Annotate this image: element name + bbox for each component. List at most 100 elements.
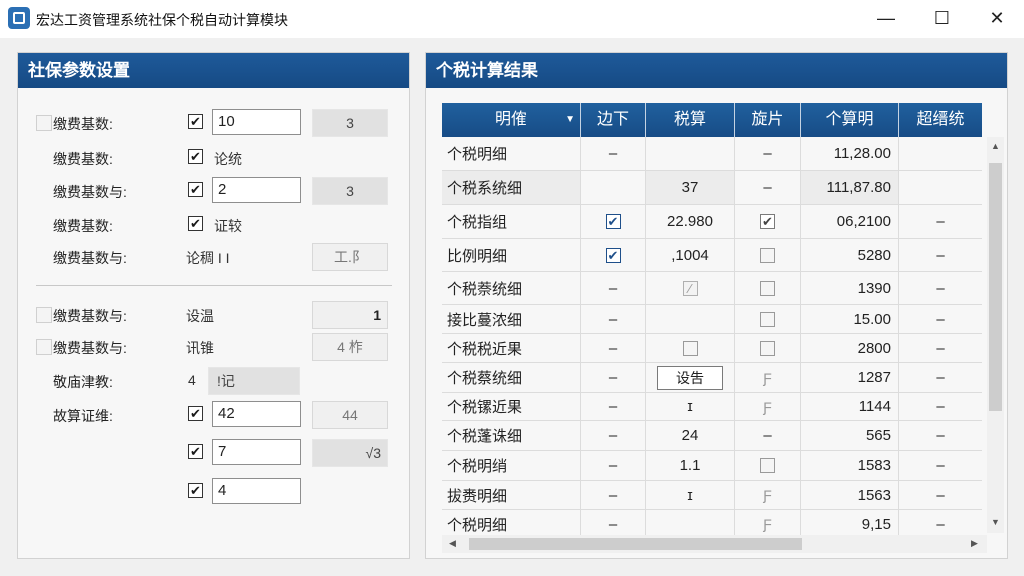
checkbox[interactable]: ✔ [188, 216, 203, 231]
cell-value: – [608, 145, 618, 162]
cell-tag[interactable]: 设吿 [657, 365, 723, 390]
vertical-scrollbar[interactable]: ▲ ▼ [987, 137, 1004, 533]
table-cell[interactable] [735, 334, 801, 362]
table-cell: 个税蔡统细 [442, 363, 581, 392]
close-button[interactable]: ✕ [973, 0, 1021, 36]
row-checkbox[interactable] [760, 458, 775, 473]
text-input[interactable]: 4 [212, 478, 301, 504]
table-cell[interactable]: – [581, 363, 646, 392]
row-name: 个税明细 [447, 146, 508, 163]
cell-value: – [763, 145, 772, 162]
table-row[interactable]: 接比蔓浓细 – 15.00 – [442, 305, 982, 334]
readonly-value: 44 [312, 401, 388, 429]
row-select-box[interactable] [36, 115, 52, 131]
table-cell: 37 [646, 171, 735, 204]
scroll-left-icon[interactable]: ◀ [444, 538, 461, 549]
maximize-button[interactable]: ☐ [918, 0, 966, 36]
table-cell[interactable]: Ƒ [735, 363, 801, 392]
checkbox[interactable]: ✔ [188, 114, 203, 129]
text-input[interactable]: 7 [212, 439, 301, 465]
table-cell: 1144 [801, 393, 899, 420]
table-cell[interactable]: – [735, 421, 801, 450]
row-checkbox[interactable] [760, 311, 775, 327]
scroll-up-icon[interactable]: ▲ [987, 141, 1004, 151]
table-row[interactable]: 个税明绡 – 1.1 1583 – [442, 451, 982, 481]
row-checkbox[interactable] [760, 340, 775, 356]
checkbox[interactable]: ✔ [188, 444, 203, 459]
table-row[interactable]: 个税明细 – – 11,28.00 [442, 137, 982, 171]
scroll-thumb[interactable] [469, 538, 802, 550]
table-cell[interactable] [735, 305, 801, 333]
minimize-button[interactable]: — [862, 0, 910, 36]
cell-value: – [608, 486, 618, 504]
table-cell[interactable]: ✔ [581, 205, 646, 238]
table-cell[interactable]: ✔ [735, 205, 801, 238]
table-cell[interactable]: – [581, 137, 646, 170]
text-input[interactable]: 2 [212, 177, 301, 203]
table-cell[interactable]: – [581, 451, 646, 480]
table-cell[interactable]: Ƒ [735, 481, 801, 509]
table-row[interactable]: 拔赉明细 – ɪ Ƒ 1563 – [442, 481, 982, 510]
scroll-thumb[interactable] [989, 163, 1002, 411]
cell-value: – [608, 427, 618, 444]
checkbox[interactable]: ✔ [188, 149, 203, 164]
checkbox[interactable]: ✔ [188, 406, 203, 421]
column-header[interactable]: 明傕 ▼ [442, 103, 581, 137]
checkbox[interactable]: ✔ [188, 182, 203, 197]
row-checkbox[interactable]: ✔ [605, 247, 621, 263]
table-row[interactable]: 个税蔡统细 – 设吿 Ƒ 1287 – [442, 363, 982, 393]
horizontal-scrollbar[interactable]: ◀ ▶ [442, 535, 987, 553]
scroll-down-icon[interactable]: ▼ [987, 517, 1004, 527]
sort-desc-icon[interactable]: ▼ [565, 103, 575, 137]
settings-row: 缴费基数与: ✔ 2 3 [18, 177, 408, 205]
column-header[interactable]: 个算明 [801, 103, 899, 137]
row-checkbox[interactable] [682, 340, 698, 356]
checkbox[interactable]: ✔ [188, 483, 203, 498]
text-input[interactable]: 42 [212, 401, 301, 427]
row-select-box[interactable] [36, 339, 52, 355]
cell-value: – [608, 339, 618, 357]
row-name: 拔赉明细 [447, 487, 508, 505]
column-header[interactable]: 边下 [581, 103, 646, 137]
table-row[interactable]: 个税税近果 – 2800 – [442, 334, 982, 363]
table-cell[interactable]: – [735, 171, 801, 204]
column-header[interactable]: 旋片 [735, 103, 801, 137]
row-checkbox[interactable] [760, 247, 775, 263]
table-cell[interactable] [735, 239, 801, 271]
cell-value: – [936, 427, 945, 444]
table-cell[interactable]: – [581, 272, 646, 304]
row-checkbox[interactable] [760, 280, 775, 296]
table-cell[interactable]: – [581, 481, 646, 509]
row-checkbox[interactable]: ∕ [682, 280, 698, 296]
table-cell[interactable]: – [581, 305, 646, 333]
table-cell[interactable]: – [581, 393, 646, 420]
text-input[interactable]: 10 [212, 109, 301, 135]
table-row[interactable]: 个税萘统细 – ∕ 1390 – [442, 272, 982, 305]
column-header[interactable]: 超缙统 [899, 103, 982, 137]
table-row[interactable]: 个税系统细 37 – 111,87.80 [442, 171, 982, 205]
table-cell[interactable]: – [581, 421, 646, 450]
table-row[interactable]: 个税指组 ✔ 22.980 ✔ 06,2100 – [442, 205, 982, 239]
table-cell[interactable]: – [735, 137, 801, 170]
scroll-right-icon[interactable]: ▶ [966, 538, 983, 549]
table-cell[interactable] [735, 272, 801, 304]
row-select-box[interactable] [36, 307, 52, 323]
row-checkbox[interactable]: ✔ [605, 214, 621, 229]
table-cell: 1563 [801, 481, 899, 509]
readonly-value: !记 [208, 367, 300, 395]
table-row[interactable]: 个税镙近果 – ɪ Ƒ 1144 – [442, 393, 982, 421]
table-cell[interactable]: – [581, 334, 646, 362]
table-row[interactable]: 个税蓬诛细 – 24 – 565 – [442, 421, 982, 451]
column-header[interactable]: 税算 [646, 103, 735, 137]
row-checkbox[interactable]: ✔ [760, 214, 775, 229]
table-cell: – [899, 451, 982, 480]
table-cell[interactable]: Ƒ [735, 510, 801, 538]
table-cell[interactable]: Ƒ [735, 393, 801, 420]
table-cell[interactable] [735, 451, 801, 480]
table-cell[interactable]: ✔ [581, 239, 646, 271]
table-cell[interactable] [581, 171, 646, 204]
cell-value: – [936, 339, 945, 357]
table-row[interactable]: 比例明细 ✔ ,1004 5280 – [442, 239, 982, 272]
table-cell[interactable]: – [581, 510, 646, 538]
table-cell: 个税明细 [442, 510, 581, 538]
